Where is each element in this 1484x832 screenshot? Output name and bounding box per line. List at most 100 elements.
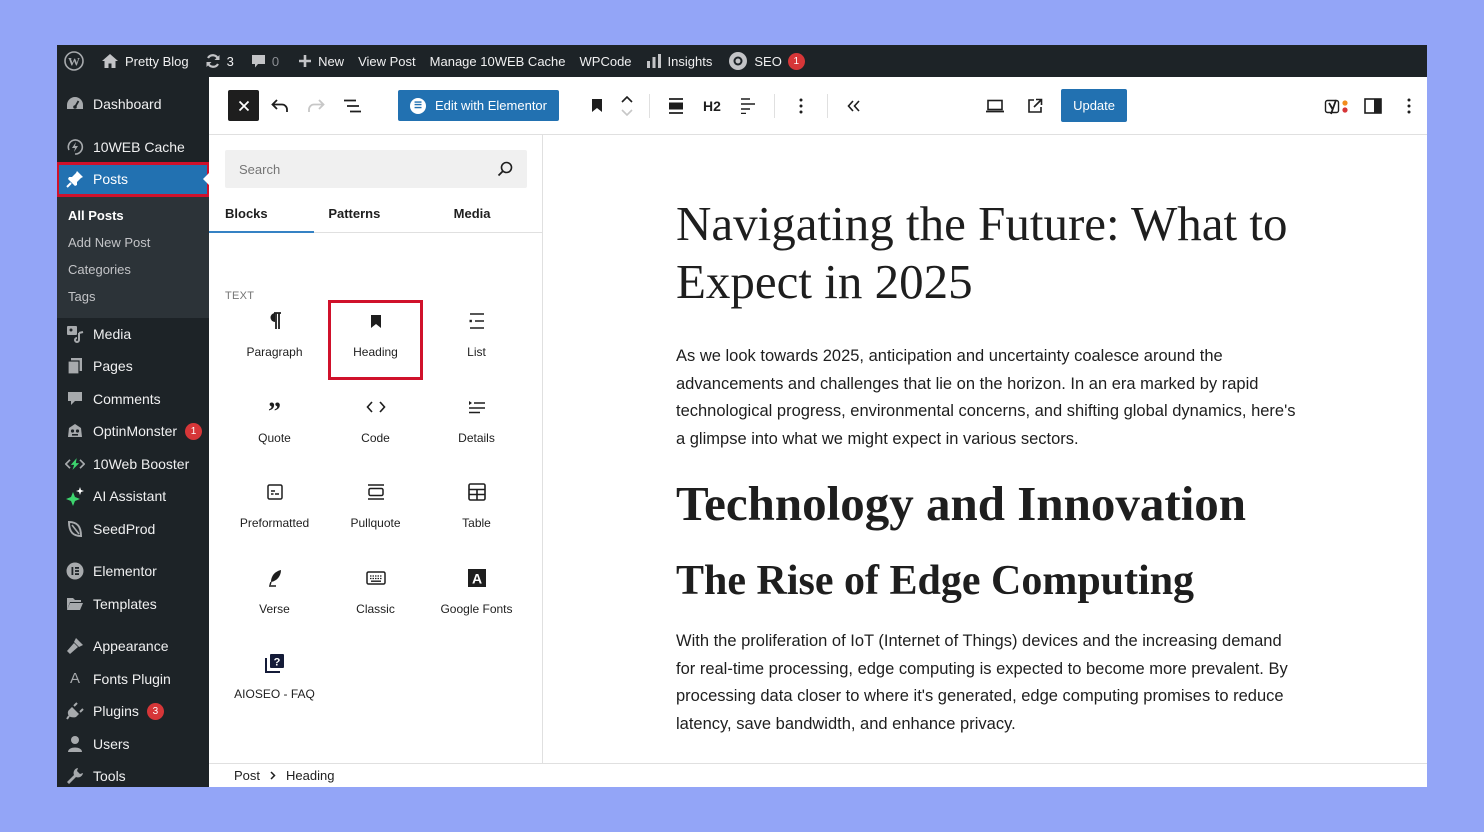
move-block-buttons[interactable] bbox=[615, 88, 639, 124]
sidebar-item-label: Fonts Plugin bbox=[93, 670, 171, 687]
close-inserter-button[interactable] bbox=[228, 90, 259, 121]
plus-icon bbox=[299, 55, 312, 67]
submenu-add-new-post[interactable]: Add New Post bbox=[57, 229, 209, 256]
svg-text:?: ? bbox=[273, 657, 280, 669]
wp-logo-button[interactable]: W bbox=[57, 45, 91, 77]
admin-sidebar: Dashboard 10WEB Cache Posts All Posts Ad… bbox=[57, 77, 210, 787]
block-details[interactable]: Details bbox=[426, 383, 527, 469]
updates-link[interactable]: 3 bbox=[196, 45, 241, 77]
sidebar-item-plugins[interactable]: Plugins 3 bbox=[57, 695, 209, 728]
block-search-input[interactable] bbox=[239, 161, 479, 177]
block-classic[interactable]: Classic bbox=[325, 554, 426, 640]
align-button[interactable] bbox=[658, 88, 694, 124]
manage-cache-link[interactable]: Manage 10WEB Cache bbox=[423, 45, 573, 77]
quote-icon: ” bbox=[268, 396, 281, 426]
chevron-right-icon bbox=[270, 771, 276, 780]
chevron-up-icon[interactable] bbox=[621, 95, 633, 103]
block-pullquote[interactable]: Pullquote bbox=[325, 468, 426, 554]
block-google-fonts[interactable]: A Google Fonts bbox=[426, 554, 527, 640]
sidebar-item-templates[interactable]: Templates bbox=[57, 588, 209, 621]
yoast-seo-button[interactable] bbox=[1319, 88, 1355, 124]
update-button[interactable]: Update bbox=[1061, 89, 1127, 122]
edit-with-elementor-button[interactable]: ☰ Edit with Elementor bbox=[398, 90, 559, 121]
sidebar-item-appearance[interactable]: Appearance bbox=[57, 630, 209, 663]
view-post-button[interactable] bbox=[1017, 88, 1053, 124]
sidebar-item-posts[interactable]: Posts bbox=[57, 162, 210, 197]
breadcrumb-heading[interactable]: Heading bbox=[286, 768, 334, 783]
sidebar-item-tools[interactable]: Tools bbox=[57, 760, 209, 787]
sidebar-item-fonts-plugin[interactable]: A Fonts Plugin bbox=[57, 663, 209, 696]
block-aioseo-faq[interactable]: ? AIOSEO - FAQ bbox=[224, 639, 325, 725]
preview-button[interactable] bbox=[977, 88, 1013, 124]
block-heading[interactable]: Heading bbox=[325, 297, 426, 383]
sidebar-item-seedprod[interactable]: SeedProd bbox=[57, 513, 209, 546]
code-icon bbox=[364, 395, 388, 419]
block-list[interactable]: List bbox=[426, 297, 527, 383]
submenu-tags[interactable]: Tags bbox=[57, 283, 209, 310]
new-content-link[interactable]: New bbox=[286, 45, 351, 77]
sidebar-item-dashboard[interactable]: Dashboard bbox=[57, 88, 209, 121]
sidebar-item-10web-cache[interactable]: 10WEB Cache bbox=[57, 131, 209, 164]
insights-link[interactable]: Insights bbox=[639, 45, 720, 77]
table-icon bbox=[465, 480, 489, 504]
block-grid: Paragraph Heading List ” Quote Code Deta… bbox=[224, 297, 527, 725]
wpcode-link[interactable]: WPCode bbox=[573, 45, 639, 77]
sidebar-item-pages[interactable]: Pages bbox=[57, 350, 209, 383]
settings-sidebar-button[interactable] bbox=[1355, 88, 1391, 124]
optinmonster-badge: 1 bbox=[185, 422, 203, 440]
heading-block-edge-computing[interactable]: The Rise of Edge Computing bbox=[676, 557, 1194, 605]
seo-gear-icon bbox=[729, 52, 748, 70]
chevron-down-icon[interactable] bbox=[621, 108, 633, 116]
block-label: Code bbox=[361, 430, 390, 445]
block-table[interactable]: Table bbox=[426, 468, 527, 554]
block-options-button[interactable] bbox=[783, 88, 819, 124]
plugin-icon bbox=[65, 701, 85, 721]
desktop-icon bbox=[986, 99, 1005, 112]
comment-icon bbox=[251, 54, 265, 67]
paragraph-block-edge[interactable]: With the proliferation of IoT (Internet … bbox=[676, 628, 1296, 738]
paragraph-block-intro[interactable]: As we look towards 2025, anticipation an… bbox=[676, 343, 1296, 453]
document-overview-button[interactable] bbox=[334, 88, 370, 124]
sidebar-item-media[interactable]: Media bbox=[57, 318, 209, 351]
heading-block-button[interactable] bbox=[579, 88, 615, 124]
comments-link[interactable]: 0 bbox=[241, 45, 286, 77]
submenu-categories[interactable]: Categories bbox=[57, 256, 209, 283]
sidebar-item-elementor[interactable]: Elementor bbox=[57, 555, 209, 588]
elementor-icon: ☰ bbox=[410, 97, 426, 114]
block-code[interactable]: Code bbox=[325, 383, 426, 469]
align-left-icon bbox=[741, 97, 755, 114]
block-label: Preformatted bbox=[239, 516, 310, 530]
block-search[interactable] bbox=[225, 150, 527, 188]
block-paragraph[interactable]: Paragraph bbox=[224, 297, 325, 383]
sidebar-item-optinmonster[interactable]: OptinMonster 1 bbox=[57, 415, 209, 448]
block-label: Details bbox=[458, 430, 495, 445]
block-verse[interactable]: Verse bbox=[224, 554, 325, 640]
sidebar-item-users[interactable]: Users bbox=[57, 728, 209, 761]
sidebar-item-10web-booster[interactable]: 10Web Booster bbox=[57, 448, 209, 481]
view-post-link[interactable]: View Post bbox=[351, 45, 423, 77]
block-label: Paragraph bbox=[246, 345, 303, 359]
tab-patterns[interactable]: Patterns bbox=[314, 195, 417, 232]
block-preformatted[interactable]: Preformatted bbox=[224, 468, 325, 554]
heading-level-button[interactable]: H2 bbox=[694, 88, 730, 124]
sidebar-item-comments[interactable]: Comments bbox=[57, 383, 209, 416]
breadcrumb-post[interactable]: Post bbox=[234, 768, 260, 783]
block-quote[interactable]: ” Quote bbox=[224, 383, 325, 469]
sidebar-item-ai-assistant[interactable]: AI Assistant bbox=[57, 480, 209, 513]
undo-button[interactable] bbox=[262, 88, 298, 124]
heading-block-technology[interactable]: Technology and Innovation bbox=[676, 475, 1246, 532]
post-title[interactable]: Navigating the Future: What to Expect in… bbox=[676, 195, 1296, 311]
collapse-toolbar-button[interactable] bbox=[836, 88, 872, 124]
options-button[interactable] bbox=[1391, 88, 1427, 124]
sidebar-item-label: Dashboard bbox=[93, 96, 162, 113]
bar-chart-icon bbox=[646, 54, 661, 68]
tab-media[interactable]: Media bbox=[418, 195, 543, 232]
pages-icon bbox=[65, 356, 85, 376]
tab-blocks[interactable]: Blocks bbox=[209, 195, 315, 233]
comment-icon bbox=[65, 389, 85, 409]
seo-link[interactable]: SEO 1 bbox=[719, 45, 811, 77]
text-align-button[interactable] bbox=[730, 88, 766, 124]
redo-button[interactable] bbox=[298, 88, 334, 124]
submenu-all-posts[interactable]: All Posts bbox=[57, 202, 209, 229]
site-name-link[interactable]: Pretty Blog bbox=[91, 45, 196, 77]
